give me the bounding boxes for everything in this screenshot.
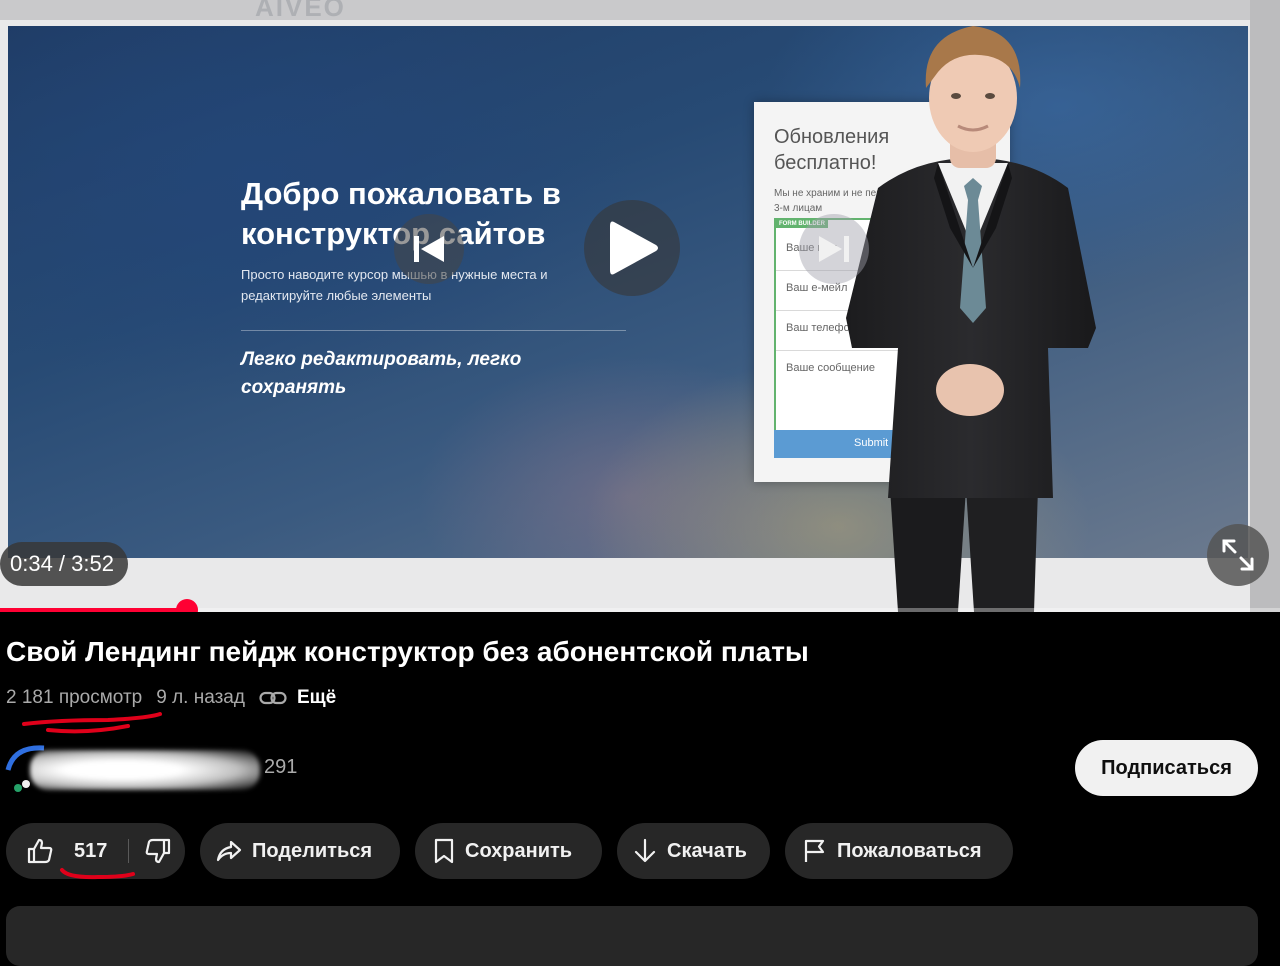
link-icon — [259, 690, 287, 706]
video-title: Свой Лендинг пейдж конструктор без абоне… — [6, 636, 809, 667]
upload-age: 9 л. назад — [156, 687, 245, 708]
progress-bar[interactable] — [0, 599, 1280, 612]
previous-button[interactable] — [394, 214, 464, 284]
more-link[interactable]: Ещё — [297, 687, 336, 709]
save-button[interactable]: Сохранить — [415, 823, 602, 879]
video-meta[interactable]: 2 181 просмотр 9 л. назад Ещё — [6, 686, 336, 710]
page-scroll-area — [1250, 0, 1280, 612]
skip-next-icon — [819, 236, 849, 262]
share-button[interactable]: Поделиться — [200, 823, 400, 879]
redacted-channel-name — [30, 750, 260, 790]
time-display: 0:34 / 3:52 — [0, 542, 128, 586]
site-header-strip: AIVEO — [0, 0, 1280, 22]
report-button[interactable]: Пожаловаться — [785, 823, 1013, 879]
hero-tagline: Легко редактировать, легко сохранять — [241, 349, 522, 398]
share-label: Поделиться — [252, 839, 373, 862]
download-label: Скачать — [667, 839, 747, 862]
play-icon — [610, 221, 658, 275]
download-icon — [633, 838, 657, 864]
presenter-figure — [846, 26, 1096, 612]
site-logo: AIVEO — [255, 0, 346, 22]
skip-previous-icon — [414, 236, 444, 262]
fullscreen-icon — [1222, 539, 1254, 571]
like-dislike-group: 517 — [6, 823, 185, 879]
like-count: 517 — [74, 839, 108, 862]
dislike-button[interactable] — [130, 823, 185, 879]
like-button[interactable]: 517 — [6, 823, 128, 879]
save-label: Сохранить — [465, 839, 573, 862]
subscriber-count: 291 — [264, 756, 298, 778]
bookmark-icon — [433, 838, 455, 864]
thumbs-down-icon — [144, 837, 172, 865]
share-icon — [216, 838, 242, 864]
like-divider — [128, 839, 129, 863]
fullscreen-button[interactable] — [1207, 524, 1269, 586]
thumbs-up-icon — [26, 837, 54, 865]
action-bar: 517 Поделиться Сохранить Скачать Пожалов… — [0, 823, 1280, 881]
comments-preview[interactable] — [6, 906, 1258, 966]
download-button[interactable]: Скачать — [617, 823, 770, 879]
progress-played — [0, 608, 187, 612]
subscribe-button[interactable]: Подписаться — [1075, 740, 1258, 796]
next-button[interactable] — [799, 214, 869, 284]
report-label: Пожаловаться — [837, 839, 982, 862]
channel-row: 291 Подписаться — [0, 736, 1280, 800]
video-frame: AIVEO Добро пожаловать в конструктор сай… — [0, 0, 1280, 612]
video-player[interactable]: AIVEO Добро пожаловать в конструктор сай… — [0, 0, 1280, 612]
flag-icon — [803, 838, 827, 864]
play-button[interactable] — [584, 200, 680, 296]
view-count: 2 181 просмотр — [6, 687, 143, 708]
hero-divider — [241, 330, 626, 331]
time-display-text: 0:34 / 3:52 — [10, 551, 114, 576]
annotation-underline-views — [22, 712, 162, 734]
